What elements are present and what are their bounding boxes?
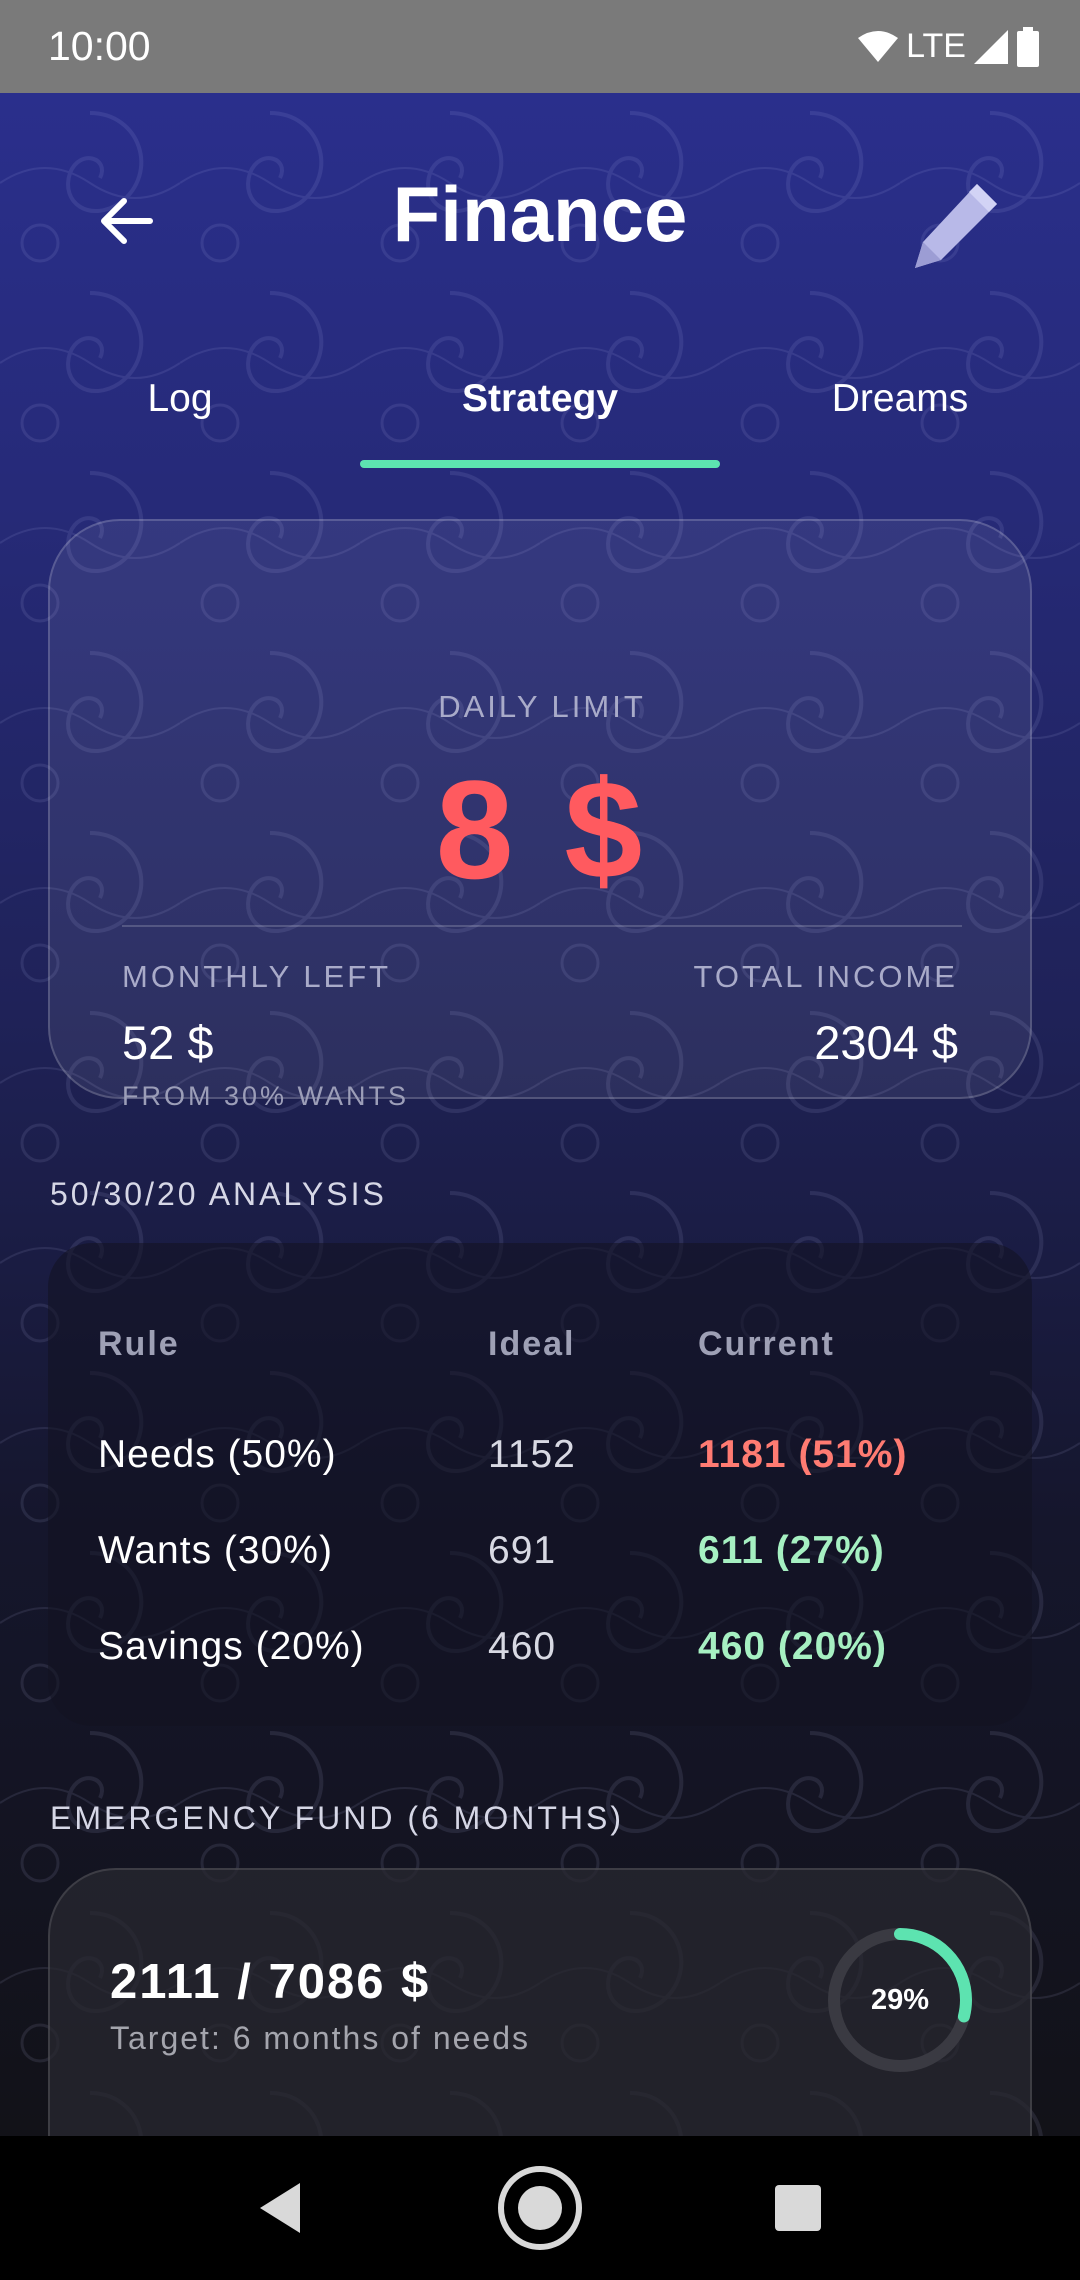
system-nav-bar	[0, 2136, 1080, 2280]
header-rule: Rule	[98, 1325, 180, 1363]
square-recents-icon	[775, 2185, 821, 2231]
tab-strategy[interactable]: Strategy	[360, 363, 720, 473]
network-type: LTE	[906, 27, 966, 65]
status-icons: LTE	[856, 26, 1040, 67]
row-ideal: 460	[488, 1625, 557, 1668]
nav-home-button[interactable]	[470, 2136, 610, 2280]
row-rule: Savings (20%)	[98, 1625, 365, 1668]
triangle-back-icon	[260, 2183, 300, 2233]
edit-button[interactable]	[900, 171, 1010, 281]
monthly-left-value: 52 $	[122, 1016, 214, 1069]
daily-limit-value: 8 $	[435, 751, 649, 908]
tab-dreams[interactable]: Dreams	[720, 363, 1080, 473]
summary-card: DAILY LIMIT 8 $ MONTHLY LEFT TOTAL INCOM…	[48, 519, 1032, 1111]
row-current: 611 (27%)	[698, 1529, 885, 1572]
emergency-fund-card[interactable]: 2111 / 7086 $ Target: 6 months of needs …	[48, 1868, 1032, 2136]
emergency-section-title: EMERGENCY FUND (6 MONTHS)	[50, 1800, 624, 1836]
app-header: Finance	[0, 93, 1080, 343]
app-content: Finance Log Strategy Dreams DAILY LIMIT …	[0, 93, 1080, 2136]
pencil-icon	[915, 184, 997, 268]
row-current: 460 (20%)	[698, 1625, 887, 1668]
monthly-left-label: MONTHLY LEFT	[122, 959, 392, 994]
status-time: 10:00	[48, 23, 151, 69]
screen: 10:00 LTE Finance Log Strategy Dreams DA…	[0, 0, 1080, 2280]
header-current: Current	[698, 1325, 835, 1363]
signal-icon	[974, 29, 1008, 64]
total-income-label: TOTAL INCOME	[693, 959, 958, 994]
status-bar: 10:00 LTE	[0, 0, 1080, 93]
active-tab-indicator	[360, 460, 720, 468]
fund-amount: 2111 / 7086 $	[110, 1955, 431, 2009]
analysis-table: Rule Ideal Current Needs (50%) 1152 1181…	[48, 1243, 1032, 1726]
daily-limit-label: DAILY LIMIT	[438, 689, 646, 724]
circle-home-icon	[498, 2166, 582, 2250]
battery-icon	[1017, 26, 1039, 67]
row-ideal: 1152	[488, 1433, 576, 1476]
row-current: 1181 (51%)	[698, 1433, 908, 1476]
nav-back-button[interactable]	[210, 2136, 350, 2280]
monthly-left-note: FROM 30% WANTS	[122, 1081, 410, 1111]
summary-divider	[122, 925, 962, 927]
total-income-value: 2304 $	[814, 1016, 958, 1069]
wifi-icon	[858, 30, 899, 62]
tab-log[interactable]: Log	[0, 363, 360, 473]
nav-recents-button[interactable]	[728, 2136, 868, 2280]
row-rule: Needs (50%)	[98, 1433, 337, 1476]
analysis-section-title: 50/30/20 ANALYSIS	[50, 1176, 387, 1212]
header-ideal: Ideal	[488, 1325, 576, 1363]
row-rule: Wants (30%)	[98, 1529, 333, 1572]
fund-target: Target: 6 months of needs	[110, 2020, 530, 2056]
row-ideal: 691	[488, 1529, 557, 1572]
tab-bar: Log Strategy Dreams	[0, 363, 1080, 473]
fund-percent-label: 29%	[870, 1983, 930, 2016]
